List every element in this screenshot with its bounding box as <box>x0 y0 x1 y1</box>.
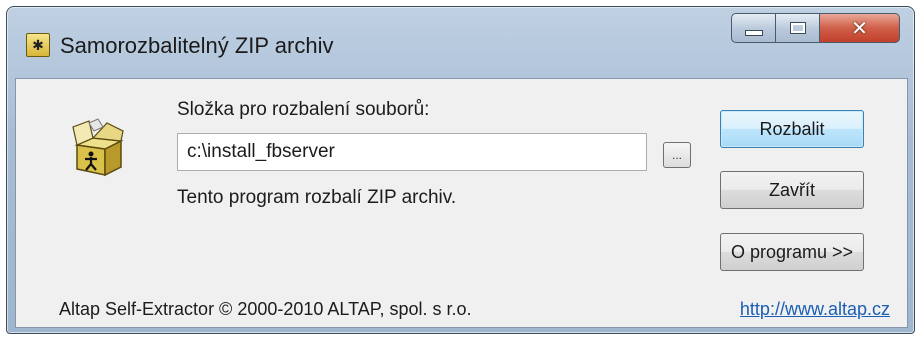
dialog-body: Složka pro rozbalení souborů: ... Tento … <box>15 78 908 328</box>
open-box-icon <box>72 118 124 177</box>
folder-label: Složka pro rozbalení souborů: <box>177 99 430 120</box>
self-extractor-window: ✱ Samorozbalitelný ZIP archiv ✕ Složka p <box>6 6 915 334</box>
extract-button[interactable]: Rozbalit <box>720 110 864 148</box>
close-window-button[interactable]: ✕ <box>820 13 900 43</box>
website-link[interactable]: http://www.altap.cz <box>740 299 890 320</box>
zip-package-icon[interactable]: ✱ <box>26 33 50 57</box>
maximize-icon <box>789 22 806 34</box>
copyright-text: Altap Self-Extractor © 2000-2010 ALTAP, … <box>59 299 472 319</box>
minimize-button[interactable] <box>731 13 776 43</box>
close-button[interactable]: Zavřít <box>720 171 864 209</box>
window-title: Samorozbalitelný ZIP archiv <box>60 33 334 58</box>
folder-path-input[interactable] <box>177 133 647 171</box>
maximize-button[interactable] <box>776 13 820 43</box>
caption-buttons: ✕ <box>731 13 900 43</box>
title-bar[interactable]: ✱ Samorozbalitelný ZIP archiv ✕ <box>7 7 914 77</box>
about-button[interactable]: O programu >> <box>720 233 864 271</box>
info-text: Tento program rozbalí ZIP archiv. <box>177 187 457 208</box>
minimize-icon <box>744 30 763 36</box>
browse-button[interactable]: ... <box>663 142 691 168</box>
close-icon: ✕ <box>851 17 868 40</box>
